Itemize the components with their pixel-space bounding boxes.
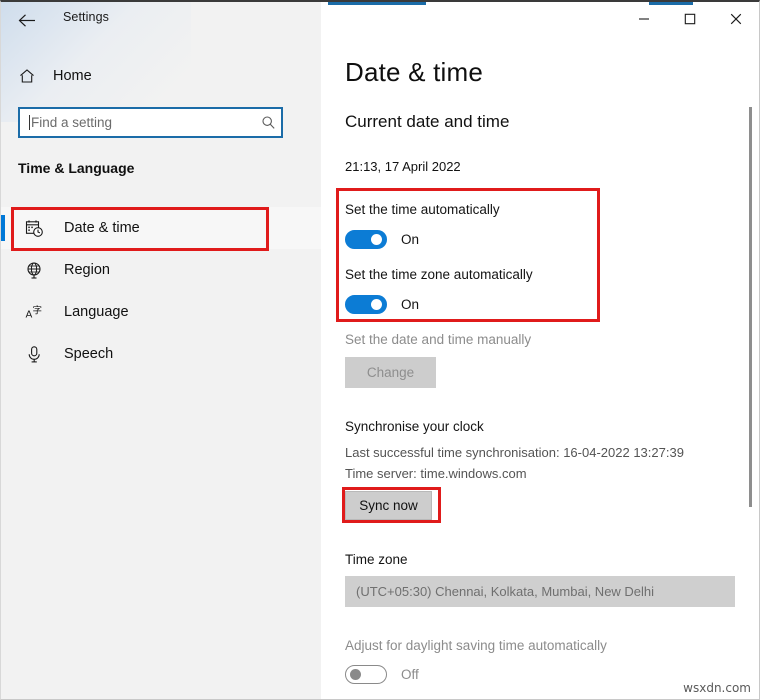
daylight-saving-label: Adjust for daylight saving time automati…	[345, 638, 607, 653]
sidebar-item-date-time[interactable]: Date & time	[1, 207, 321, 249]
time-server-text: Time server: time.windows.com	[345, 466, 527, 481]
search-placeholder: Find a setting	[31, 115, 113, 130]
back-arrow-icon	[18, 13, 35, 27]
window-title: Settings	[63, 10, 109, 24]
minimize-icon	[639, 17, 649, 20]
sidebar-item-region[interactable]: Region	[1, 249, 321, 291]
close-icon	[730, 13, 742, 24]
set-time-automatically-label: Set the time automatically	[345, 202, 500, 217]
content-scrollbar[interactable]	[744, 35, 758, 699]
set-timezone-automatically-toggle[interactable]	[345, 295, 387, 314]
set-time-automatically-toggle-row: On	[345, 230, 419, 249]
language-icon: A 字	[23, 301, 45, 323]
sidebar-item-home[interactable]: Home	[1, 60, 301, 92]
sidebar-item-label: Language	[64, 304, 129, 320]
sidebar-item-speech[interactable]: Speech	[1, 333, 321, 375]
toggle-knob	[371, 234, 382, 245]
svg-text:字: 字	[32, 304, 41, 316]
set-timezone-automatically-state: On	[401, 297, 420, 312]
sidebar-section-title: Time & Language	[18, 160, 135, 176]
set-date-time-manually-label: Set the date and time manually	[345, 332, 532, 347]
current-date-time-heading: Current date and time	[345, 112, 510, 131]
minimize-button[interactable]	[621, 2, 667, 35]
synchronise-clock-heading: Synchronise your clock	[345, 419, 484, 434]
sidebar-item-language[interactable]: A 字 Language	[1, 291, 321, 333]
title-bar: Settings	[1, 2, 759, 35]
sidebar-item-label: Date & time	[64, 220, 140, 236]
last-sync-text: Last successful time synchronisation: 16…	[345, 445, 684, 460]
scrollbar-thumb[interactable]	[749, 107, 752, 507]
toggle-knob	[350, 669, 361, 680]
set-time-automatically-toggle[interactable]	[345, 230, 387, 249]
time-zone-dropdown[interactable]: (UTC+05:30) Chennai, Kolkata, Mumbai, Ne…	[345, 576, 735, 607]
sidebar-home-label: Home	[53, 68, 92, 84]
settings-window: Home Find a setting Time & Language Date…	[0, 0, 760, 700]
sidebar-item-label: Region	[64, 262, 110, 278]
title-accent-line	[328, 2, 426, 5]
close-button[interactable]	[713, 2, 759, 35]
maximize-button[interactable]	[667, 2, 713, 35]
globe-icon	[23, 259, 45, 281]
set-timezone-automatically-toggle-row: On	[345, 295, 419, 314]
main-content: Date & time Current date and time 21:13,…	[321, 35, 759, 699]
sidebar-item-label: Speech	[64, 346, 114, 362]
back-button[interactable]	[9, 6, 45, 34]
set-timezone-automatically-label: Set the time zone automatically	[345, 267, 533, 282]
sidebar: Home Find a setting Time & Language Date…	[1, 2, 321, 699]
current-date-time-value: 21:13, 17 April 2022	[345, 159, 461, 174]
daylight-saving-toggle-row: Off	[345, 665, 419, 684]
daylight-saving-toggle[interactable]	[345, 665, 387, 684]
time-zone-heading: Time zone	[345, 552, 408, 567]
sync-now-button[interactable]: Sync now	[345, 491, 432, 520]
svg-text:A: A	[25, 309, 32, 320]
daylight-saving-state: Off	[401, 667, 419, 682]
change-button[interactable]: Change	[345, 357, 436, 388]
calendar-clock-icon	[23, 217, 45, 239]
search-input[interactable]: Find a setting	[18, 107, 283, 138]
microphone-icon	[23, 343, 45, 365]
search-caret	[29, 115, 30, 130]
search-icon[interactable]	[255, 115, 281, 130]
selection-indicator	[1, 215, 5, 241]
maximize-icon	[684, 13, 696, 24]
toggle-knob	[371, 299, 382, 310]
window-controls	[621, 2, 759, 35]
set-time-automatically-state: On	[401, 232, 420, 247]
watermark: wsxdn.com	[683, 681, 751, 695]
home-icon	[17, 66, 37, 86]
sidebar-nav: Date & time Region A 字 Language Speech	[1, 207, 321, 375]
page-title: Date & time	[345, 57, 484, 87]
